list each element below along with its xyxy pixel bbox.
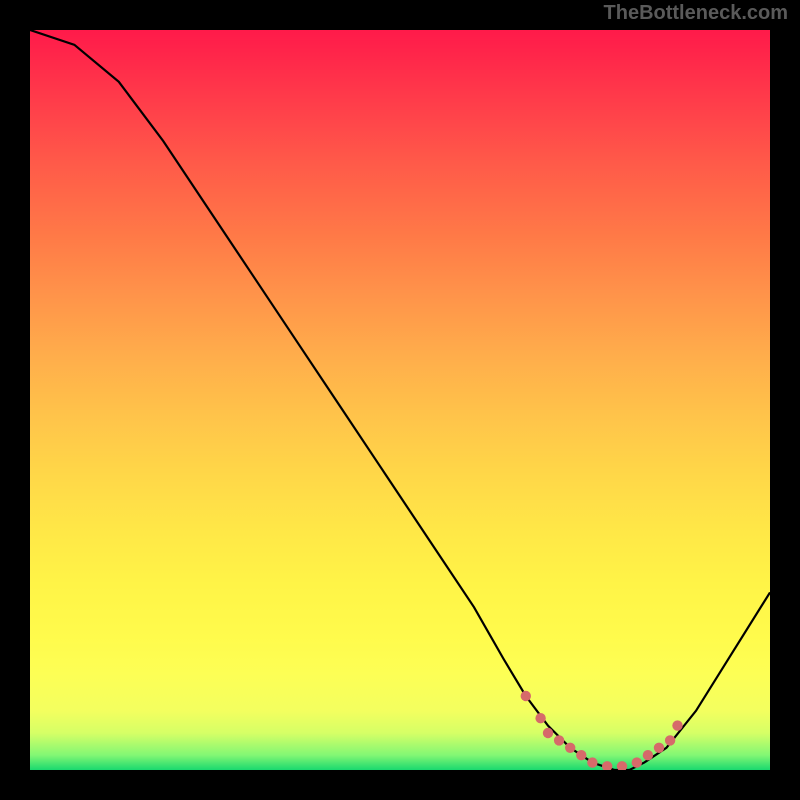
curve-marker bbox=[672, 720, 682, 730]
curve-marker bbox=[521, 691, 531, 701]
curve-marker bbox=[565, 743, 575, 753]
curve-markers bbox=[521, 691, 683, 770]
curve-marker bbox=[554, 735, 564, 745]
curve-marker bbox=[665, 735, 675, 745]
curve-marker bbox=[587, 757, 597, 767]
curve-marker bbox=[576, 750, 586, 760]
curve-marker bbox=[643, 750, 653, 760]
curve-marker bbox=[617, 761, 627, 770]
curve-marker bbox=[543, 728, 553, 738]
curve-marker bbox=[535, 713, 545, 723]
chart-svg bbox=[30, 30, 770, 770]
bottleneck-curve bbox=[30, 30, 770, 770]
curve-marker bbox=[602, 761, 612, 770]
curve-marker bbox=[632, 757, 642, 767]
plot-frame bbox=[30, 30, 770, 770]
chart-container: TheBottleneck.com bbox=[0, 0, 800, 800]
watermark-text: TheBottleneck.com bbox=[604, 2, 788, 25]
curve-marker bbox=[654, 743, 664, 753]
